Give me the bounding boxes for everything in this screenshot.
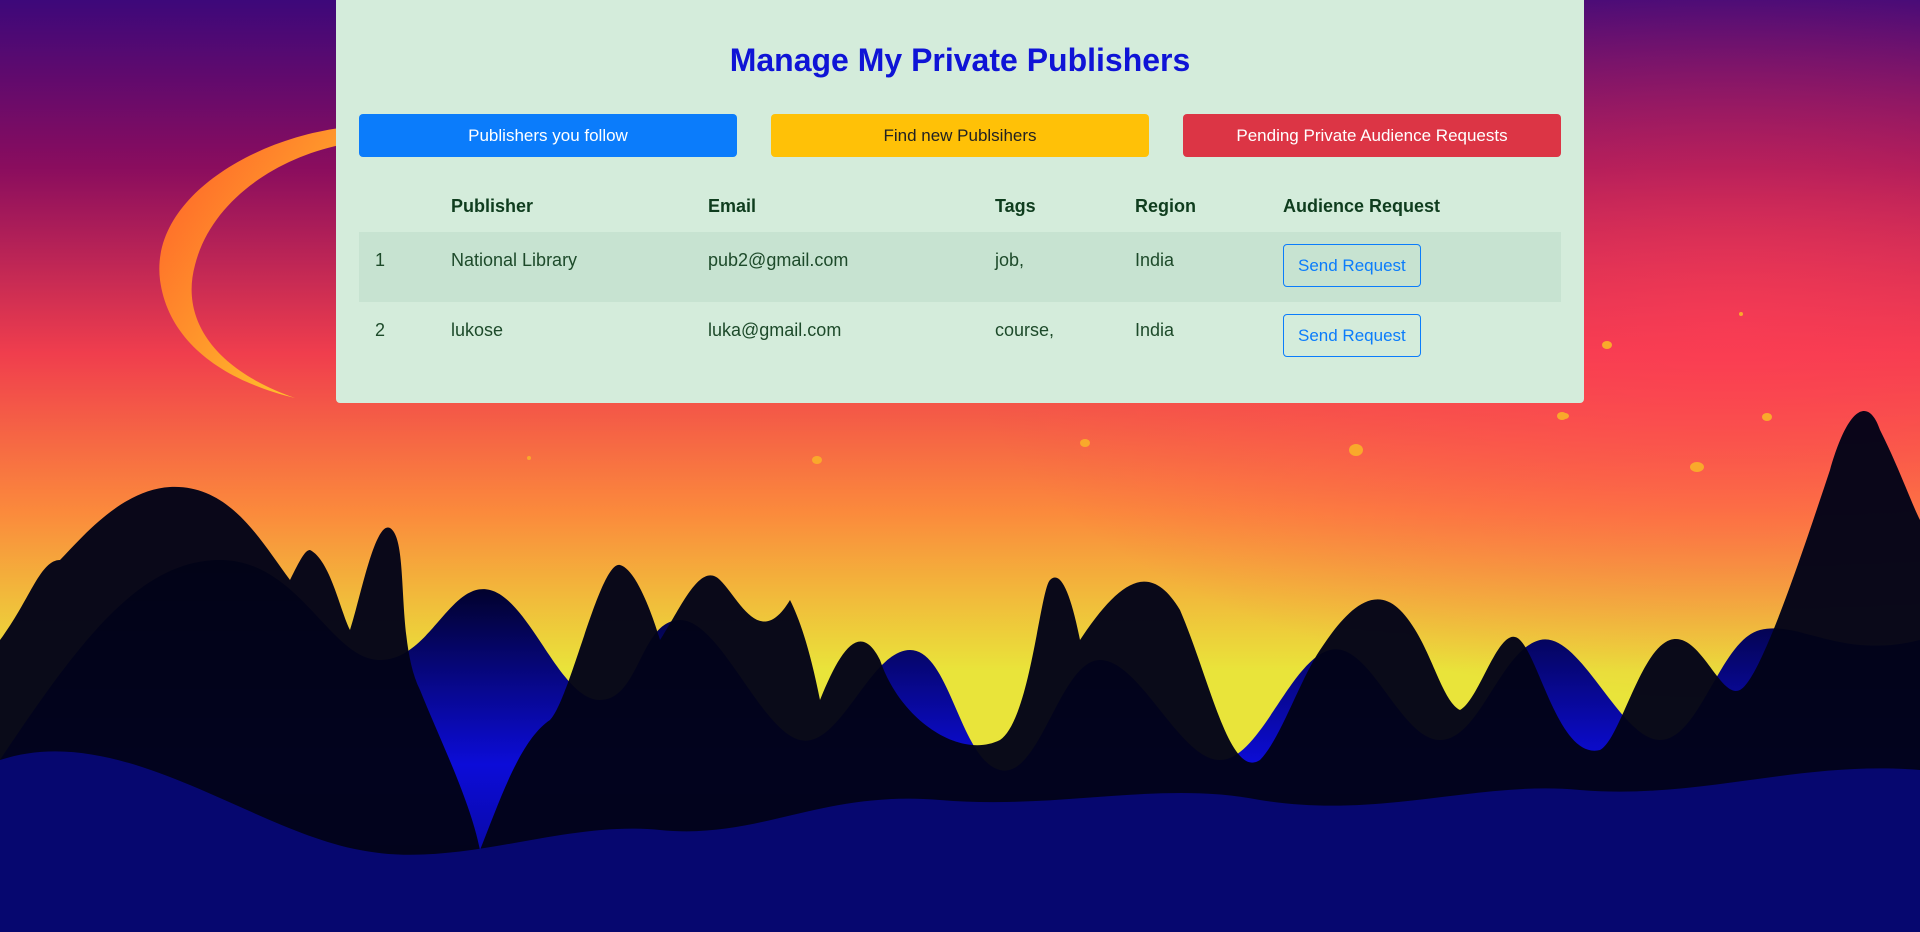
row-tags: job, (995, 250, 1025, 270)
row-action-cell: Send Request (1267, 302, 1561, 372)
publishers-you-follow-button[interactable]: Publishers you follow (359, 114, 737, 157)
send-request-button[interactable]: Send Request (1283, 314, 1421, 357)
nav-button-row: Publishers you follow Find new Publsiher… (359, 114, 1561, 157)
send-request-button[interactable]: Send Request (1283, 244, 1421, 287)
header-region: Region (1135, 195, 1196, 216)
pending-requests-button[interactable]: Pending Private Audience Requests (1183, 114, 1561, 157)
header-tags: Tags (995, 195, 1036, 216)
header-publisher: Publisher (451, 195, 534, 216)
header-email: Email (708, 195, 757, 216)
row-index: 2 (375, 320, 386, 340)
header-audience-request: Audience Request (1283, 195, 1441, 216)
row-publisher: National Library (451, 250, 578, 270)
publishers-card: Manage My Private Publishers Publishers … (336, 0, 1584, 403)
row-email: pub2@gmail.com (708, 250, 849, 270)
row-index: 1 (375, 250, 386, 270)
row-tags: course, (995, 320, 1055, 340)
row-publisher: lukose (451, 320, 504, 340)
row-email: luka@gmail.com (708, 320, 842, 340)
row-region: India (1135, 250, 1175, 270)
table-row: 1 National Library pub2@gmail.com job, I… (359, 232, 1561, 302)
row-region: India (1135, 320, 1175, 340)
table-header-row: Publisher Email Tags Region Audience Req… (359, 180, 1561, 232)
header-index (359, 180, 435, 232)
table-row: 2 lukose luka@gmail.com course, India Se… (359, 302, 1561, 372)
publishers-table: Publisher Email Tags Region Audience Req… (359, 180, 1561, 372)
page-title: Manage My Private Publishers (729, 42, 1191, 78)
row-action-cell: Send Request (1267, 232, 1561, 302)
find-new-publishers-button[interactable]: Find new Publsihers (771, 114, 1149, 157)
